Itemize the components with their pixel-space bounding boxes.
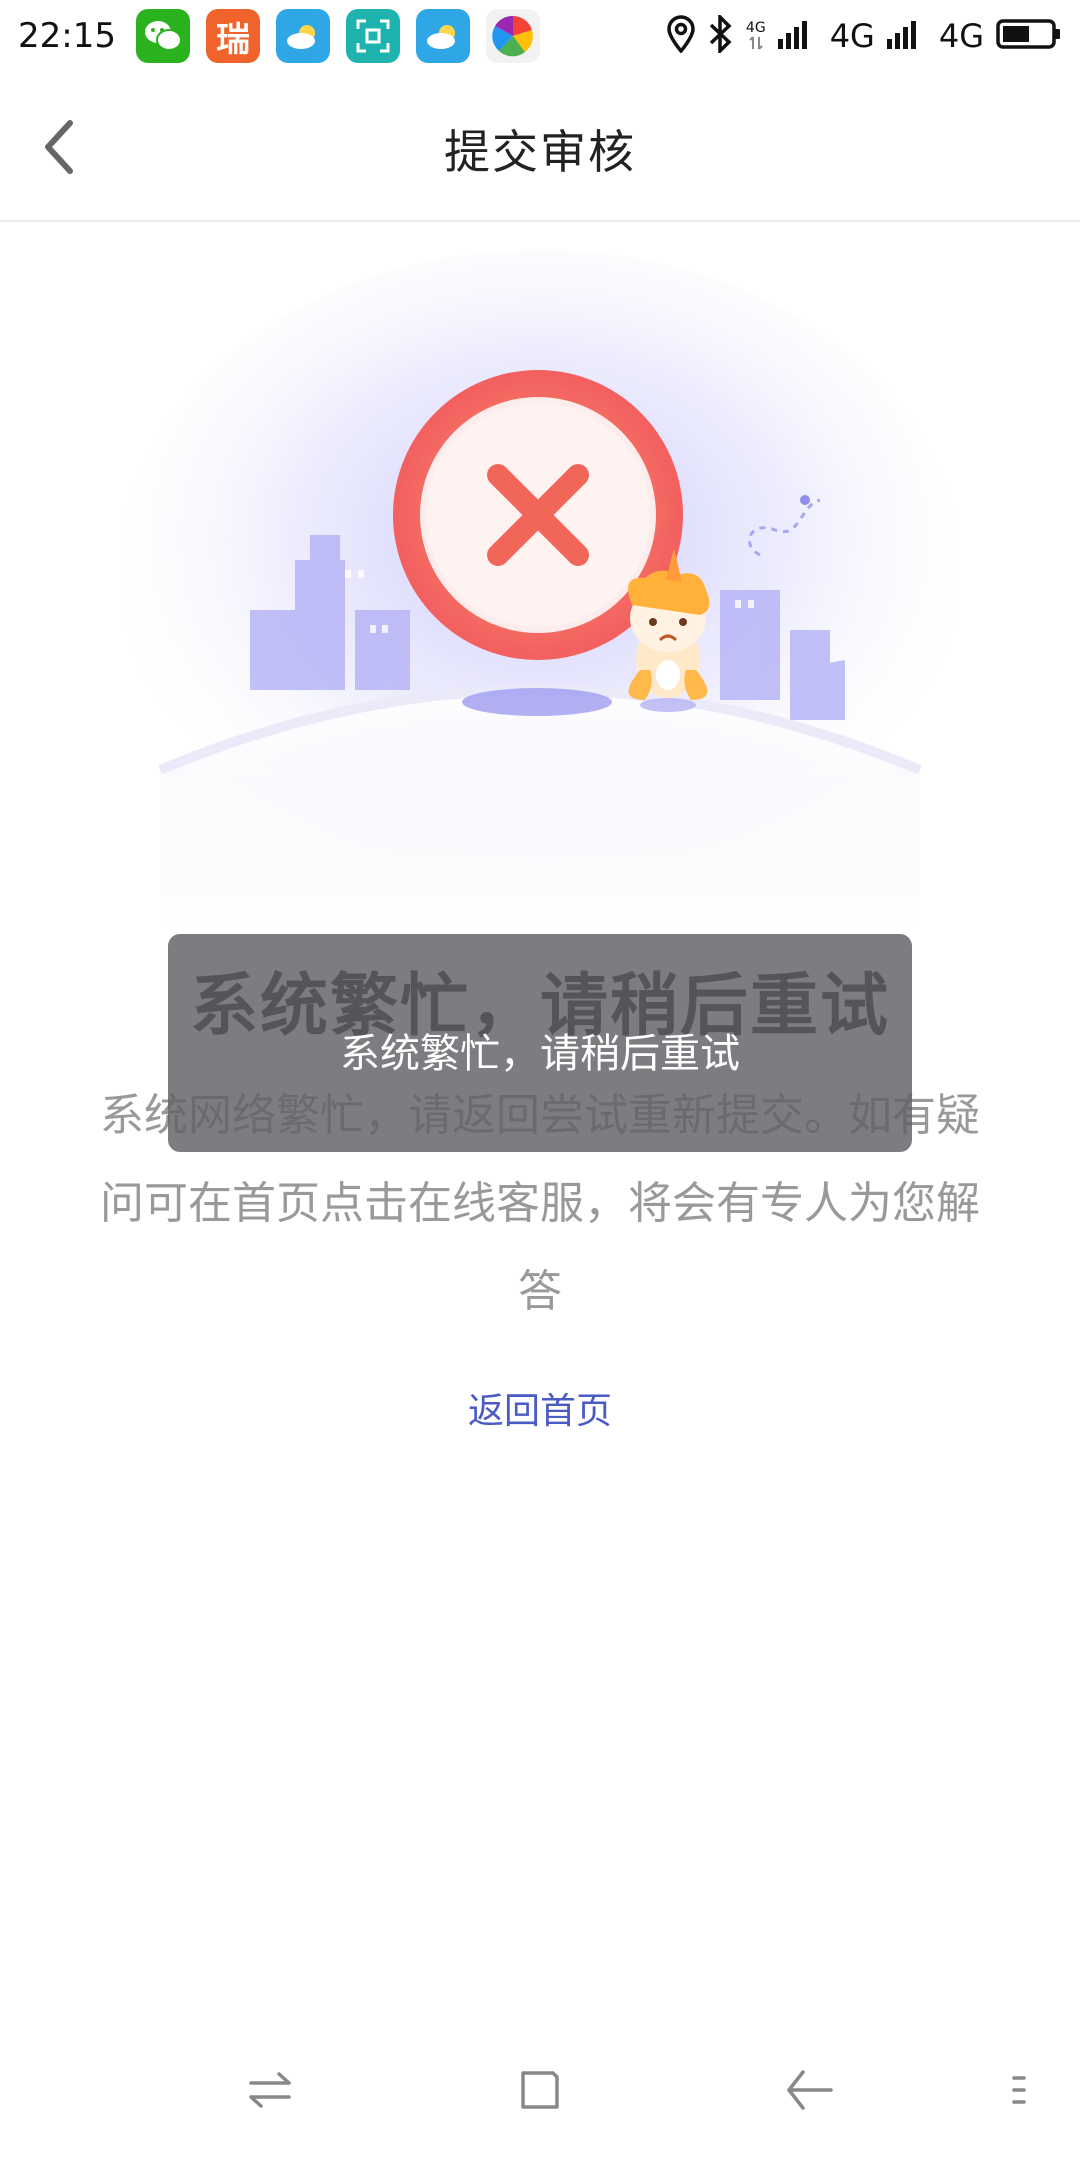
battery-icon <box>996 18 1062 54</box>
menu-button[interactable] <box>1000 2060 1040 2120</box>
colorful-app-icon <box>485 9 540 63</box>
header: 提交审核 <box>0 72 1080 222</box>
location-icon <box>666 15 696 57</box>
bluetooth-icon <box>708 12 734 57</box>
rui-icon: 瑞 <box>205 9 260 63</box>
submit-review-page: 22:15 瑞 4G 4G 4G 提交审核 系统 如有疑问可在首页点击在线客服，… <box>0 0 1080 2160</box>
home-button[interactable] <box>510 2060 570 2120</box>
data-arrows-icon <box>749 36 763 50</box>
menu-lines-icon <box>1012 2076 1026 2104</box>
status-bar: 22:15 瑞 4G 4G 4G <box>0 0 1080 72</box>
toast-text: 系统繁忙，请稍后重试 <box>340 1031 740 1077</box>
system-back-button[interactable] <box>780 2060 840 2120</box>
status-bar-left: 22:15 瑞 <box>18 9 540 63</box>
page-title: 提交审核 <box>444 125 636 179</box>
network-type-small: 4G <box>746 21 766 51</box>
return-home-link-row: 返回首页 <box>0 1382 1080 1434</box>
square-home-icon <box>521 2071 559 2109</box>
error-illustration <box>100 230 980 930</box>
back-arrow-icon <box>787 2070 833 2110</box>
system-nav-bar <box>0 2040 1080 2140</box>
status-time: 22:15 <box>18 16 116 56</box>
scan-icon <box>345 9 400 63</box>
toast-message: 系统繁忙，请稍后重试 <box>168 934 912 1152</box>
network-label-1: 4G <box>829 17 875 55</box>
weather-icon-2 <box>415 9 470 63</box>
swap-arrows-icon <box>249 2072 291 2108</box>
weather-icon <box>275 9 330 63</box>
network-label-2: 4G <box>938 17 984 55</box>
switch-app-button[interactable] <box>240 2060 300 2120</box>
signal-icon <box>777 19 818 53</box>
signal-icon-2 <box>886 19 927 53</box>
wechat-icon <box>135 9 190 63</box>
return-home-link[interactable]: 返回首页 <box>468 1391 612 1432</box>
status-bar-right: 4G 4G 4G <box>666 12 1062 57</box>
